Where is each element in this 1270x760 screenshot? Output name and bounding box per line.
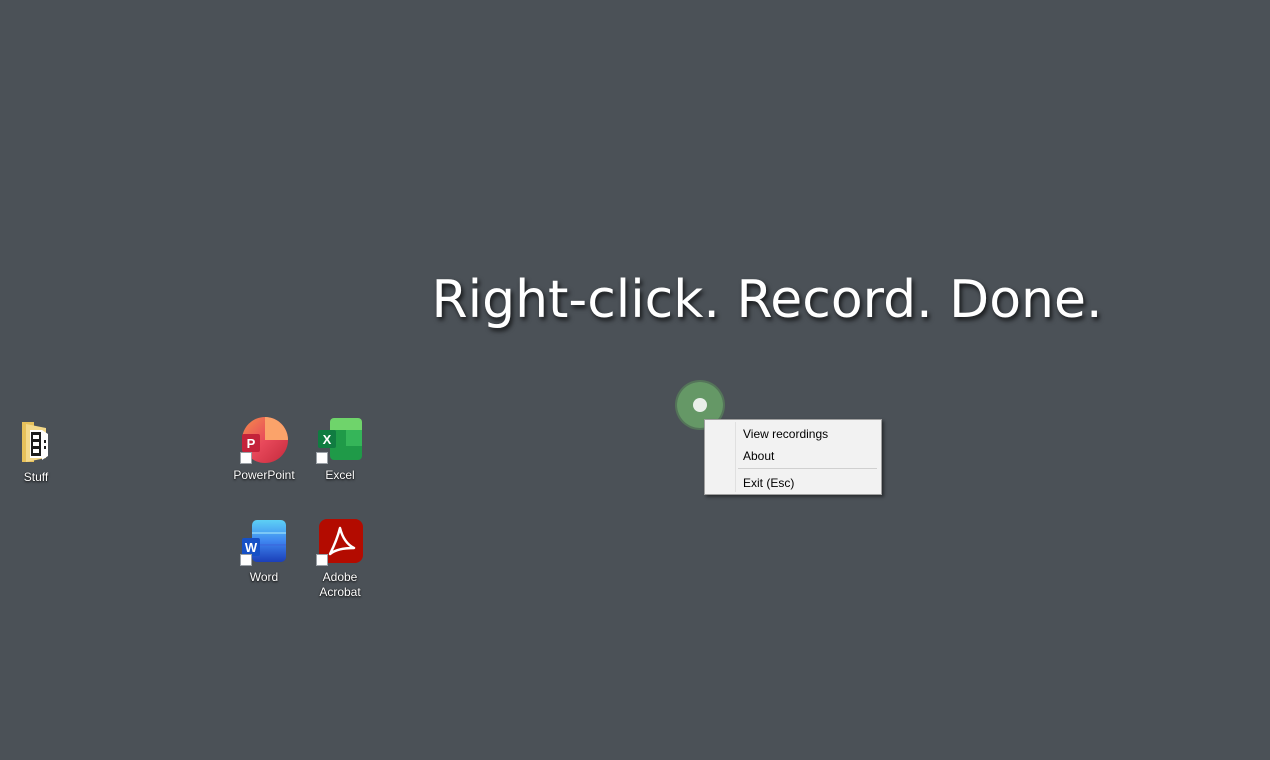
excel-icon: X (316, 416, 364, 464)
svg-text:W: W (245, 540, 258, 555)
desktop-icon-label: Word (249, 570, 279, 584)
word-icon: W (240, 518, 288, 566)
context-menu: View recordings About Exit (Esc) (704, 419, 882, 495)
svg-text:P: P (247, 436, 256, 451)
menu-item-exit[interactable]: Exit (Esc) (743, 473, 877, 493)
menu-item-view-recordings[interactable]: View recordings (743, 424, 877, 444)
shortcut-arrow-icon (316, 554, 328, 566)
menu-item-about[interactable]: About (743, 446, 877, 466)
adobe-acrobat-icon (316, 518, 364, 566)
powerpoint-icon: P (240, 416, 288, 464)
shortcut-arrow-icon (240, 452, 252, 464)
menu-separator (738, 468, 877, 469)
desktop-icon-adobe-acrobat[interactable]: Adobe Acrobat (302, 518, 378, 600)
desktop-icon-stuff[interactable]: Stuff (0, 418, 74, 485)
headline-text: Right-click. Record. Done. (431, 270, 1103, 330)
desktop-icon-label: Stuff (23, 470, 49, 484)
record-dot-icon (693, 398, 707, 412)
desktop-icon-excel[interactable]: X Excel (302, 416, 378, 483)
desktop-icon-word[interactable]: W Word (226, 518, 302, 585)
desktop-icon-label: Adobe Acrobat (319, 570, 361, 599)
shortcut-arrow-icon (316, 452, 328, 464)
shortcut-arrow-icon (240, 554, 252, 566)
svg-text:X: X (323, 432, 332, 447)
desktop-icon-label: PowerPoint (233, 468, 295, 482)
desktop-icon-label: Excel (325, 468, 355, 482)
desktop-icon-powerpoint[interactable]: P PowerPoint (226, 416, 302, 483)
menu-gutter (735, 422, 736, 492)
folder-icon (12, 418, 60, 466)
desktop[interactable]: Right-click. Record. Done. Stuff P Power… (0, 0, 1270, 760)
